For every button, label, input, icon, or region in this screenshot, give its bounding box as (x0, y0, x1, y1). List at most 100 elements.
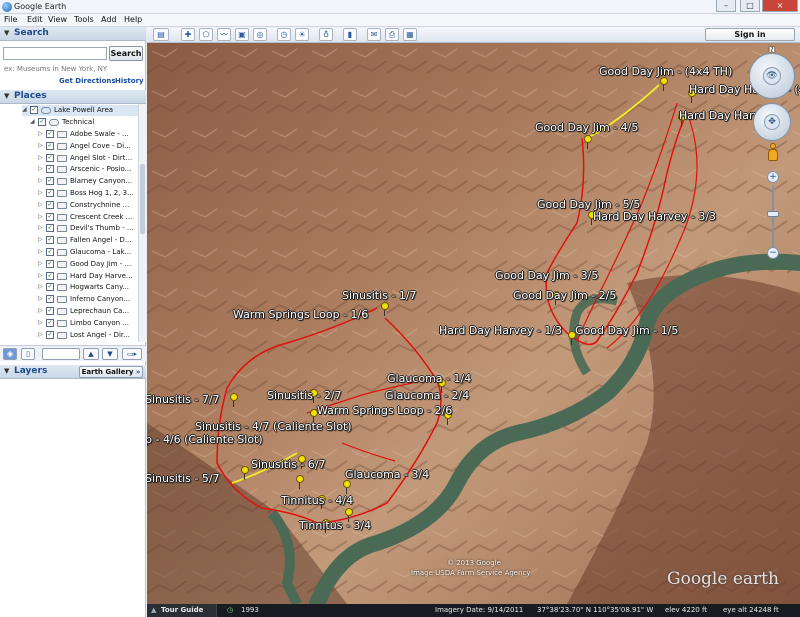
zoom-slider-thumb[interactable] (767, 211, 779, 217)
checkbox[interactable]: ✓ (46, 224, 54, 233)
move-up-icon[interactable]: ▲ (83, 348, 99, 360)
ruler-icon[interactable]: ▮ (343, 28, 357, 41)
zoom-out-button[interactable]: − (767, 247, 779, 259)
tree-item[interactable]: ▷ ✓ Limbo Canyon ... (38, 318, 138, 329)
checkbox[interactable]: ✓ (46, 248, 54, 256)
checkbox[interactable]: ✓ (46, 141, 54, 150)
placemark-pushpin-icon[interactable] (229, 393, 239, 407)
earth-gallery-button[interactable]: Earth Gallery » (79, 366, 143, 378)
map-label[interactable]: Sinusitis - 5/7 (147, 472, 220, 485)
map-label[interactable]: Good Day Jim - 2/5 (513, 289, 616, 302)
tree-item[interactable]: ▷ ✓ Boss Hog 1, 2, 3... (38, 188, 138, 199)
checkbox[interactable]: ✓ (46, 130, 54, 138)
checkbox[interactable]: ✓ (46, 295, 54, 304)
sidebar-toggle-icon[interactable]: ▤ (153, 28, 169, 41)
map-label[interactable]: Sinusitis - 2/7 (267, 389, 342, 402)
places-menu-icon[interactable]: ▭▸ (122, 348, 142, 360)
checkbox[interactable]: ✓ (46, 330, 54, 339)
expand-icon[interactable]: ▷ (38, 295, 43, 302)
street-view-pegman-icon[interactable] (767, 143, 779, 165)
tree-item[interactable]: ▷ ✓ Leprechaun Ca... (38, 306, 138, 317)
expand-icon[interactable]: ▷ (38, 224, 43, 231)
menu-help[interactable]: Help (124, 15, 142, 24)
checkbox[interactable]: ✓ (46, 236, 54, 245)
map-label[interactable]: Good Day Jim - 4/5 (535, 121, 638, 134)
map-label[interactable]: Hard Day Harvey - 3/3 (593, 210, 716, 223)
menu-file[interactable]: File (4, 15, 17, 24)
map-label[interactable]: Tinnitus - 4/4 (281, 494, 353, 507)
expand-icon[interactable]: ▷ (38, 165, 43, 172)
map-label[interactable]: Good Day Jim - 3/5 (495, 269, 598, 282)
places-filter-input[interactable] (42, 348, 80, 360)
get-directions-link[interactable]: Get Directions (59, 77, 116, 85)
layers-panel-header[interactable]: ▼ Layers Earth Gallery » (0, 365, 146, 379)
email-icon[interactable]: ✉ (367, 28, 381, 41)
menu-edit[interactable]: Edit (27, 15, 43, 24)
map-view[interactable]: Good Day Jim - (4x4 TH) Hard Day Harvey … (147, 43, 800, 604)
history-link[interactable]: History (115, 77, 144, 85)
tour-guide-button[interactable]: ▲ Tour Guide (147, 604, 217, 617)
add-path-icon[interactable]: 〰 (217, 28, 231, 41)
expand-icon[interactable]: ▷ (38, 236, 43, 243)
checkbox[interactable]: ✓ (46, 153, 54, 162)
placemark-pushpin-icon[interactable] (380, 302, 390, 316)
eye-icon[interactable]: 👁 (763, 67, 781, 85)
map-label[interactable]: Glaucoma - 2/4 (385, 389, 469, 402)
map-label[interactable]: Sinusitis - 6/7 (251, 458, 326, 471)
checkbox[interactable]: ✓ (46, 283, 54, 292)
placemark-pushpin-icon[interactable] (659, 77, 669, 91)
switch-planet-icon[interactable]: ♁ (319, 28, 333, 41)
tree-item[interactable]: ▷ ✓ Hard Day Harve... (38, 271, 138, 282)
places-panel-header[interactable]: ▼ Places (0, 90, 146, 104)
map-label[interactable]: Sinusitis - 7/7 (147, 393, 220, 406)
search-panel-header[interactable]: ▼ Search (0, 27, 146, 41)
sign-in-button[interactable]: Sign in (705, 28, 795, 41)
tree-item[interactable]: ▷ ✓ Glaucoma - Lak... (38, 247, 138, 258)
expand-icon[interactable]: ▷ (38, 319, 43, 326)
tree-item[interactable]: ▷✓Maidenwater C... (38, 341, 138, 342)
tree-item[interactable]: ▷ ✓ Good Day Jim - ... (38, 259, 138, 270)
menu-tools[interactable]: Tools (74, 15, 94, 24)
record-tour-icon[interactable]: ◎ (253, 28, 267, 41)
checkbox[interactable]: ✓ (46, 307, 54, 315)
map-label[interactable]: Sinusitis - 4/7 (Caliente Slot) (195, 420, 352, 433)
checkbox[interactable]: ✓ (46, 200, 54, 209)
minimize-button[interactable]: – (716, 0, 736, 12)
map-label[interactable]: p - 4/6 (Caliente Slot) (147, 433, 263, 446)
tree-item[interactable]: ▷ ✓ Adobe Swale - ... (38, 129, 138, 140)
checkbox[interactable]: ✓ (46, 189, 54, 197)
placemark-pushpin-icon[interactable] (583, 135, 593, 149)
zoom-in-button[interactable]: + (767, 171, 779, 183)
tree-item[interactable]: ▷ ✓ Angel Slot - Dirt... (38, 153, 138, 164)
map-label[interactable]: Good Day Jim - 1/5 (575, 324, 678, 337)
expand-icon[interactable]: ▷ (38, 260, 43, 267)
close-button[interactable]: × (762, 0, 798, 12)
expand-icon[interactable]: ▷ (38, 177, 43, 184)
checkbox[interactable]: ✓ (46, 259, 54, 268)
tree-item[interactable]: ▷ ✓ Hogwarts Cany... (38, 282, 138, 293)
add-polygon-icon[interactable]: ⬠ (199, 28, 213, 41)
search-button[interactable]: Search (109, 46, 143, 61)
historical-imagery-icon[interactable]: ◷ (227, 606, 233, 614)
expand-icon[interactable]: ▷ (38, 248, 43, 255)
map-label[interactable]: Glaucoma - 1/4 (387, 372, 471, 385)
checkbox[interactable]: ✓ (46, 318, 54, 327)
map-label[interactable]: Hard Day Harvey - 1/3 (439, 324, 562, 337)
tree-item[interactable]: ▷ ✓ Angel Cove - Di... (38, 141, 138, 152)
map-label[interactable]: Tinnitus - 3/4 (299, 519, 371, 532)
sunlight-icon[interactable]: ☀ (295, 28, 309, 41)
expand-icon[interactable]: ▷ (38, 154, 43, 161)
tree-item[interactable]: ▷ ✓ Devil's Thumb - ... (38, 223, 138, 234)
menu-view[interactable]: View (48, 15, 67, 24)
maximize-button[interactable]: □ (740, 0, 760, 12)
tree-row-root[interactable]: ◢ ✓ Lake Powell Area (22, 105, 138, 116)
tree-item[interactable]: ▷ ✓ Inferno Canyon... (38, 294, 138, 305)
add-image-overlay-icon[interactable]: ▣ (235, 28, 249, 41)
tree-item[interactable]: ▷ ✓ Blarney Canyon... (38, 176, 138, 187)
menu-add[interactable]: Add (101, 15, 117, 24)
expand-icon[interactable]: ▷ (38, 283, 43, 290)
placemark-pushpin-icon[interactable] (240, 466, 250, 480)
look-joystick[interactable]: 👁 (749, 53, 795, 99)
collapse-icon[interactable]: ◢ (30, 118, 35, 125)
checkbox[interactable]: ✓ (30, 106, 38, 114)
